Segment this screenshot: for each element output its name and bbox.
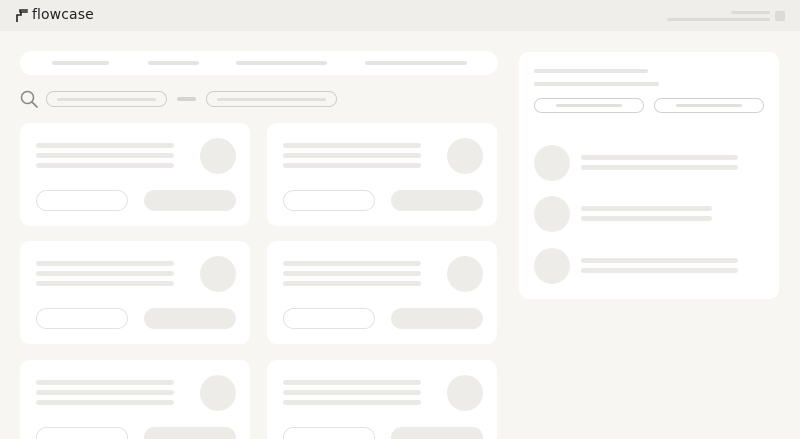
side-panel-title-placeholder — [534, 69, 648, 73]
card-text-line — [36, 261, 174, 266]
top-bar: flowcase — [0, 0, 800, 31]
side-panel-button-left[interactable] — [534, 98, 644, 113]
profile-card[interactable] — [20, 360, 250, 439]
list-item-line — [581, 165, 738, 170]
card-secondary-button[interactable] — [283, 190, 375, 211]
user-email-placeholder — [667, 18, 770, 21]
list-item-line — [581, 258, 738, 263]
card-text-line — [36, 143, 174, 148]
card-text-line — [36, 400, 174, 405]
avatar — [200, 138, 236, 174]
nav-tab-1[interactable] — [52, 61, 109, 65]
nav-tab-4[interactable] — [365, 61, 467, 65]
card-text-line — [283, 380, 421, 385]
list-item-line — [581, 268, 738, 273]
user-menu-icon[interactable] — [775, 11, 785, 21]
list-item-line — [581, 206, 712, 211]
side-panel-button-right[interactable] — [654, 98, 764, 113]
card-text-line — [36, 153, 174, 158]
card-secondary-button[interactable] — [36, 427, 128, 439]
side-panel-subtitle-placeholder — [534, 82, 659, 86]
card-text-line — [36, 281, 174, 286]
card-text-line — [283, 400, 421, 405]
card-secondary-button[interactable] — [36, 308, 128, 329]
side-panel — [519, 52, 779, 299]
card-text-line — [283, 271, 421, 276]
card-text-line — [283, 261, 421, 266]
brand-logo[interactable]: flowcase — [16, 7, 94, 23]
avatar — [534, 248, 570, 284]
nav-tabs-bar — [20, 51, 498, 75]
card-primary-button[interactable] — [144, 427, 236, 439]
profile-card[interactable] — [267, 360, 497, 439]
search-icon[interactable] — [20, 90, 38, 108]
profile-card[interactable] — [20, 123, 250, 226]
avatar — [534, 196, 570, 232]
card-text-line — [283, 390, 421, 395]
card-text-line — [36, 390, 174, 395]
nav-tab-3[interactable] — [236, 61, 327, 65]
card-text-line — [283, 163, 421, 168]
card-text-line — [283, 143, 421, 148]
card-text-line — [36, 271, 174, 276]
profile-card[interactable] — [267, 241, 497, 344]
avatar — [534, 145, 570, 181]
card-text-line — [283, 153, 421, 158]
profile-card[interactable] — [267, 123, 497, 226]
user-name-placeholder — [731, 11, 770, 14]
search-input[interactable] — [46, 91, 167, 107]
flowcase-logo-icon — [16, 8, 28, 22]
card-primary-button[interactable] — [391, 308, 483, 329]
filter-input[interactable] — [206, 91, 337, 107]
card-text-line — [283, 281, 421, 286]
search-input-placeholder — [57, 98, 156, 101]
card-primary-button[interactable] — [144, 308, 236, 329]
card-primary-button[interactable] — [144, 190, 236, 211]
side-panel-button-label-placeholder — [676, 104, 742, 107]
card-secondary-button[interactable] — [283, 427, 375, 439]
card-primary-button[interactable] — [391, 427, 483, 439]
range-separator — [177, 97, 196, 101]
profile-card[interactable] — [20, 241, 250, 344]
side-panel-button-label-placeholder — [556, 104, 622, 107]
list-item-line — [581, 155, 738, 160]
avatar — [200, 375, 236, 411]
card-secondary-button[interactable] — [36, 190, 128, 211]
brand-name: flowcase — [32, 7, 94, 23]
nav-tab-2[interactable] — [148, 61, 199, 65]
card-text-line — [36, 163, 174, 168]
list-item-line — [581, 216, 712, 221]
card-primary-button[interactable] — [391, 190, 483, 211]
card-text-line — [36, 380, 174, 385]
avatar — [200, 256, 236, 292]
avatar — [447, 375, 483, 411]
avatar — [447, 138, 483, 174]
filter-input-placeholder — [217, 98, 326, 101]
avatar — [447, 256, 483, 292]
card-secondary-button[interactable] — [283, 308, 375, 329]
